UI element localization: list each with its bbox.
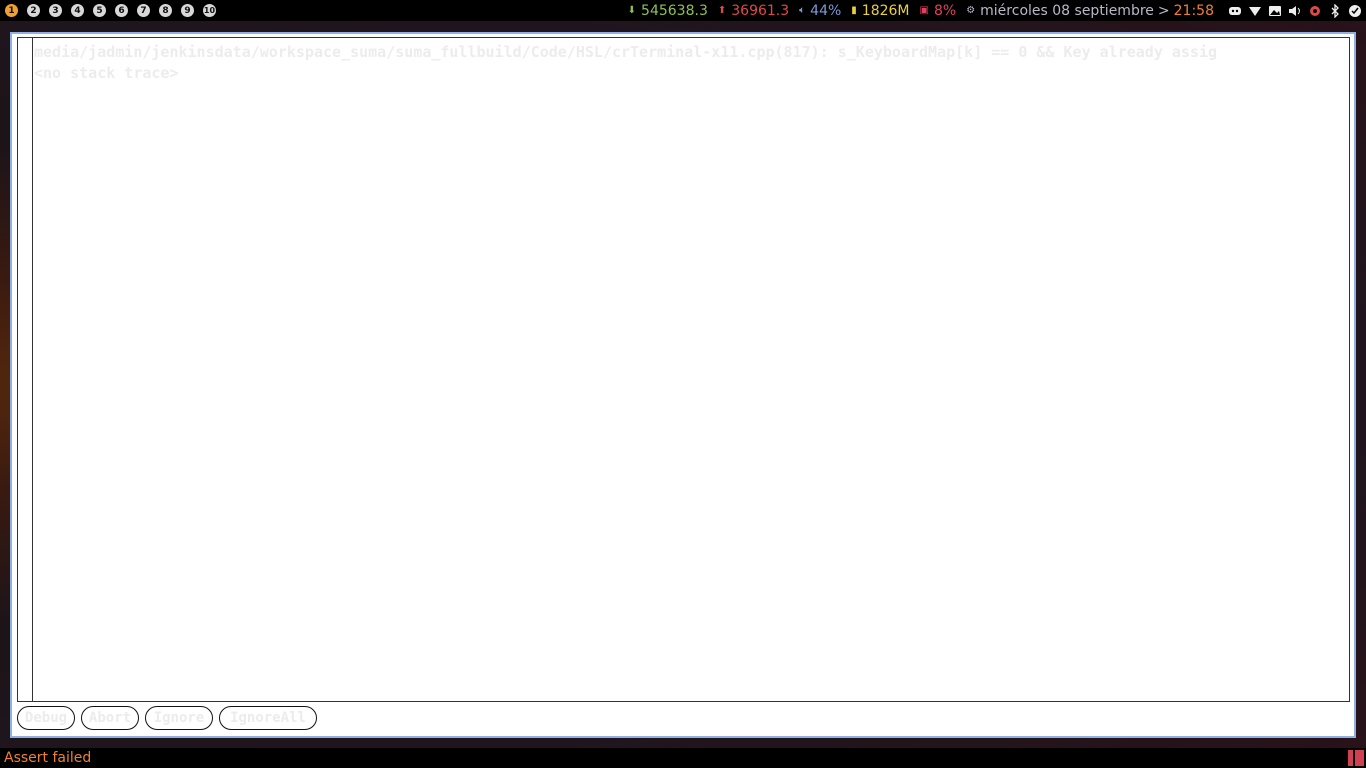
date-text: miércoles 08 septiembre: [980, 2, 1154, 19]
message-textbox[interactable]: media/jadmin/jenkinsdata/workspace_suma/…: [17, 37, 1350, 702]
ignore-button[interactable]: Ignore: [145, 706, 213, 730]
workspace-9[interactable]: 9: [181, 4, 194, 17]
checkmark-icon[interactable]: [1348, 4, 1362, 18]
upload-arrow-icon: ⬆: [717, 5, 727, 16]
textbox-gutter: [32, 38, 33, 701]
message-text: media/jadmin/jenkinsdata/workspace_suma/…: [34, 42, 1349, 84]
memory-value: 1826M: [861, 2, 910, 19]
bug-icon[interactable]: [1308, 4, 1322, 18]
clock-icon: ⚙: [966, 5, 976, 16]
memory-icon: ▮: [851, 5, 857, 16]
debug-button[interactable]: Debug: [17, 706, 75, 730]
system-tray: [1222, 3, 1362, 18]
workspace-6[interactable]: 6: [115, 4, 128, 17]
cpu-indicator: ▣ 8%: [920, 3, 957, 19]
message-line-2: <no stack trace>: [34, 64, 179, 82]
window-title: Assert failed: [4, 750, 92, 766]
volume-indicator[interactable]: 🔈︎ 44%: [799, 3, 841, 19]
time-text: 21:58: [1173, 2, 1214, 19]
speaker-icon[interactable]: [1288, 4, 1302, 18]
status-area: ⬇ 545638.3 ⬆ 36961.3 🔈︎ 44% ▮ 1826M ▣ 8%…: [618, 3, 1366, 19]
workspace-switcher: 1 2 3 4 5 6 7 8 9 10: [0, 4, 225, 17]
workspace-1[interactable]: 1: [5, 4, 18, 17]
upload-indicator: ⬆ 36961.3: [718, 3, 789, 19]
wifi-icon[interactable]: [1248, 4, 1262, 18]
assert-dialog: media/jadmin/jenkinsdata/workspace_suma/…: [10, 32, 1356, 738]
volume-value: 44%: [810, 2, 842, 19]
volume-icon: 🔈︎: [799, 5, 806, 16]
workspace-4[interactable]: 4: [71, 4, 84, 17]
download-indicator: ⬇ 545638.3: [628, 3, 708, 19]
upload-value: 36961.3: [731, 2, 790, 19]
message-line-1: media/jadmin/jenkinsdata/workspace_suma/…: [34, 43, 1218, 61]
bluetooth-icon[interactable]: [1328, 3, 1342, 18]
download-value: 545638.3: [641, 2, 708, 19]
discord-icon[interactable]: [1228, 4, 1242, 18]
image-icon[interactable]: [1268, 4, 1282, 18]
button-row: Debug Abort Ignore IgnoreAll: [17, 706, 323, 730]
bottom-panel: Assert failed: [0, 748, 1366, 768]
download-arrow-icon: ⬇: [627, 5, 637, 16]
workspace-2[interactable]: 2: [27, 4, 40, 17]
workspace-10[interactable]: 10: [203, 4, 216, 17]
abort-button[interactable]: Abort: [81, 706, 139, 730]
ignore-all-button[interactable]: IgnoreAll: [219, 706, 317, 730]
memory-indicator: ▮ 1826M: [851, 3, 909, 19]
cpu-icon: ▣: [919, 5, 929, 16]
top-panel: 1 2 3 4 5 6 7 8 9 10 ⬇ 545638.3 ⬆ 36961.…: [0, 0, 1366, 21]
cpu-value: 8%: [933, 2, 957, 19]
date-separator: >: [1157, 2, 1170, 19]
workspace-5[interactable]: 5: [93, 4, 106, 17]
layout-indicator-icon[interactable]: [1348, 750, 1364, 766]
workspace-7[interactable]: 7: [137, 4, 150, 17]
workspace-3[interactable]: 3: [49, 4, 62, 17]
workspace-8[interactable]: 8: [159, 4, 172, 17]
clock[interactable]: ⚙ miércoles 08 septiembre > 21:58: [966, 3, 1214, 19]
